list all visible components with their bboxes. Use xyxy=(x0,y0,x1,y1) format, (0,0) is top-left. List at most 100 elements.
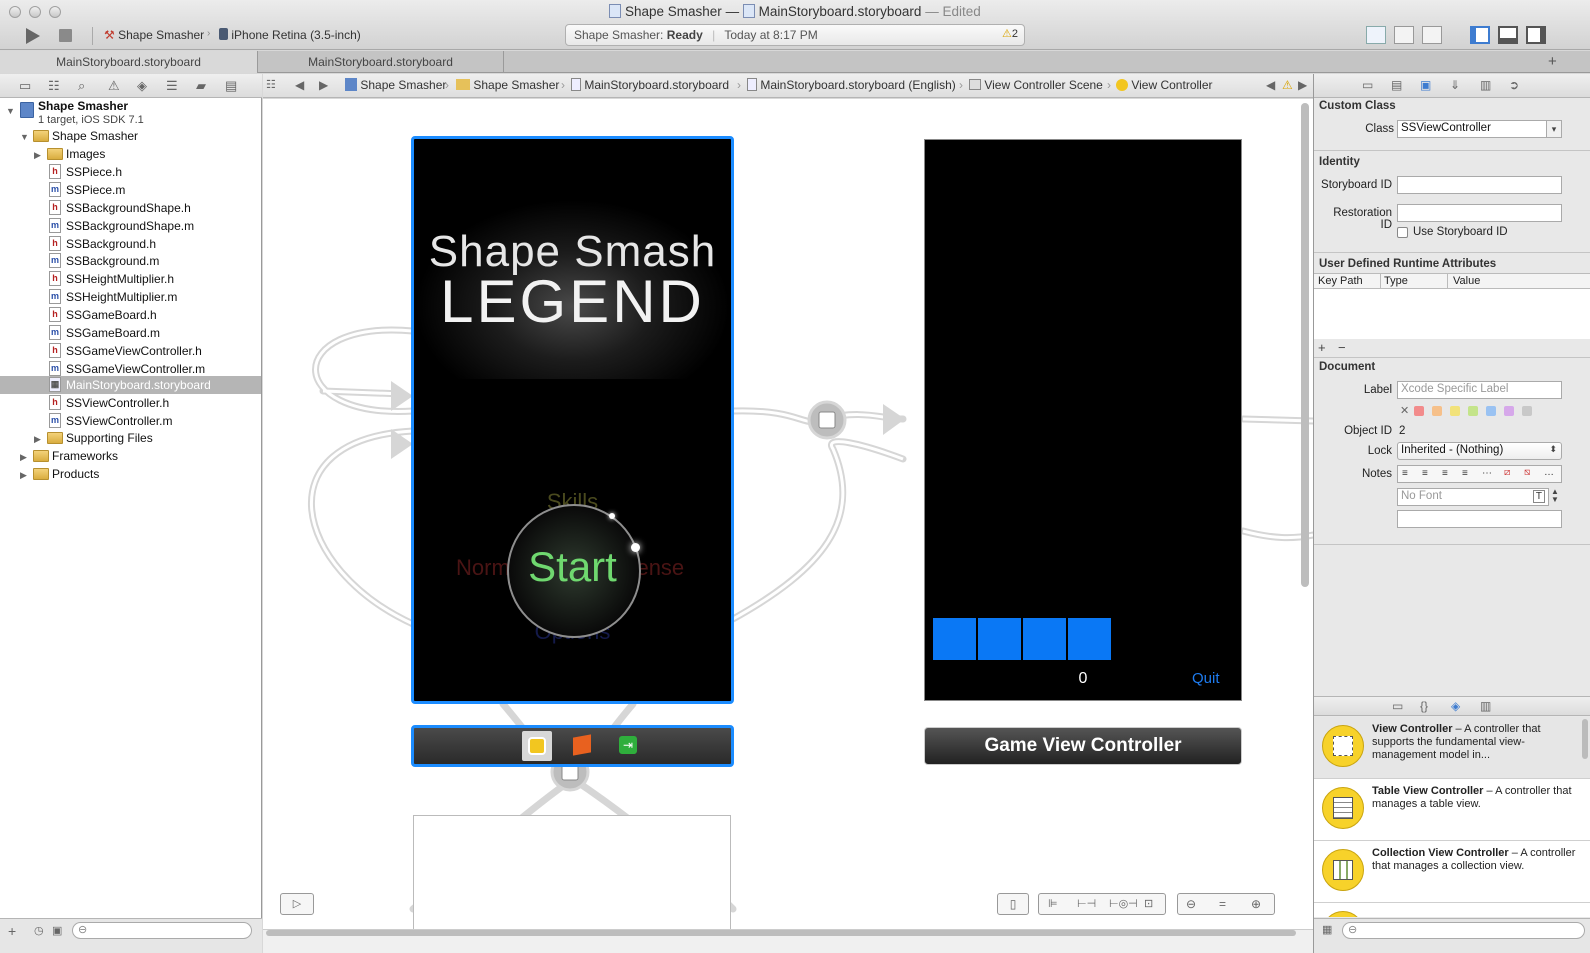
clear-label-icon[interactable]: ✕ xyxy=(1400,404,1409,417)
storyboard-id-field[interactable] xyxy=(1397,176,1562,194)
align-center-icon[interactable]: ≡ xyxy=(1422,468,1428,479)
run-icon[interactable] xyxy=(24,27,42,45)
strike-color-icon[interactable]: ⧄ xyxy=(1504,467,1510,478)
disclosure-closed-icon[interactable]: ▶ xyxy=(34,146,41,164)
library-filter-input[interactable]: ⊖ xyxy=(1342,922,1585,939)
use-storyboard-id-checkbox[interactable] xyxy=(1397,227,1408,238)
pin-icon[interactable]: ⊢⊣ xyxy=(1077,894,1096,914)
warning-badge[interactable]: ⚠2 xyxy=(1002,27,1018,40)
disclosure-open-icon[interactable]: ▼ xyxy=(6,102,15,120)
align-right-icon[interactable]: ≡ xyxy=(1442,468,1448,479)
next-issue-icon[interactable]: ▶ xyxy=(1298,78,1307,92)
quit-button[interactable]: Quit xyxy=(1192,670,1220,687)
tree-row[interactable]: m SSBackground.m xyxy=(0,252,261,270)
zoom-out-icon[interactable]: ⊖ xyxy=(1186,894,1196,914)
align-icon[interactable]: ⊫ xyxy=(1048,894,1058,914)
class-field[interactable]: SSViewController➲ xyxy=(1397,120,1562,138)
red-label-swatch[interactable] xyxy=(1414,406,1424,416)
issue-navigator-icon[interactable]: ⚠ xyxy=(108,78,120,94)
font-size-stepper[interactable]: ▲ ▼ xyxy=(1551,488,1562,506)
breadcrumb-item[interactable]: MainStoryboard.storyboard (English) xyxy=(747,78,956,92)
tree-row[interactable]: ▶ Products xyxy=(0,465,261,483)
storyboard-canvas[interactable]: Shape Smash LEGEND Skills Normal Intense… xyxy=(263,99,1313,929)
previous-issue-icon[interactable]: ◀ xyxy=(1266,78,1275,92)
line-spacing-icon[interactable]: ⋯ xyxy=(1482,468,1492,479)
destination-selector[interactable]: iPhone Retina (3.5-inch) xyxy=(219,28,361,42)
disclosure-open-icon[interactable]: ▼ xyxy=(20,128,29,146)
disclosure-closed-icon[interactable]: ▶ xyxy=(20,448,27,466)
utilities-toggle-icon[interactable] xyxy=(1526,26,1546,44)
xcode-label-field[interactable]: Xcode Specific Label xyxy=(1397,381,1562,399)
exit-icon[interactable]: ⇥ xyxy=(619,736,637,754)
tree-row[interactable]: m SSBackgroundShape.m xyxy=(0,217,261,235)
quick-help-icon[interactable]: ▤ xyxy=(1391,78,1402,92)
disclosure-closed-icon[interactable]: ▶ xyxy=(34,430,41,448)
tree-row[interactable]: ▶ Images xyxy=(0,145,261,163)
type-column[interactable]: Type xyxy=(1384,275,1408,287)
first-responder-icon[interactable] xyxy=(573,734,591,756)
connections-inspector-icon[interactable]: ➲ xyxy=(1509,78,1519,92)
navigator-toggle-icon[interactable] xyxy=(1470,26,1490,44)
search-icon[interactable]: ⌕ xyxy=(78,78,85,94)
yellow-label-swatch[interactable] xyxy=(1450,406,1460,416)
media-library-icon[interactable]: ▥ xyxy=(1480,699,1491,713)
purple-label-swatch[interactable] xyxy=(1504,406,1514,416)
library-item-collection-view-controller[interactable]: Collection View Controller – A controlle… xyxy=(1314,841,1590,903)
warning-icon[interactable]: ⚠ xyxy=(1282,78,1293,92)
project-root-row[interactable]: ▼ Shape Smasher 1 target, iOS SDK 7.1 xyxy=(0,98,261,128)
standard-editor-icon[interactable] xyxy=(1366,26,1386,44)
vertical-scrollbar[interactable] xyxy=(1301,103,1309,587)
resizing-icon[interactable]: ⊡ xyxy=(1144,894,1153,914)
library-item-navigation-controller[interactable] xyxy=(1314,903,1590,917)
recent-files-icon[interactable]: ◷ xyxy=(34,924,44,937)
navigator-filter-input[interactable]: ⊖ xyxy=(72,922,252,939)
tree-row[interactable]: m SSPiece.m xyxy=(0,181,261,199)
symbol-navigator-icon[interactable]: ☷ xyxy=(48,78,60,94)
code-snippet-icon[interactable]: {} xyxy=(1420,699,1428,713)
notes-font-field[interactable]: No Font T xyxy=(1397,488,1549,506)
tree-row[interactable]: h SSGameBoard.h xyxy=(0,306,261,324)
library-scrollbar[interactable] xyxy=(1582,719,1588,759)
tree-row[interactable]: ▶ Frameworks xyxy=(0,447,261,465)
document-outline-toggle-icon[interactable]: ▷ xyxy=(280,893,314,915)
tree-row[interactable]: h SSPiece.h xyxy=(0,163,261,181)
project-navigator-icon[interactable]: ▭ xyxy=(19,78,31,94)
menu-start-label[interactable]: Start xyxy=(414,543,731,591)
align-left-icon[interactable]: ≡ xyxy=(1402,468,1408,479)
keypath-column[interactable]: Key Path xyxy=(1318,275,1363,287)
remove-icon[interactable]: − xyxy=(1338,340,1346,355)
align-justify-icon[interactable]: ≡ xyxy=(1462,468,1468,479)
file-inspector-icon[interactable]: ▭ xyxy=(1362,78,1373,92)
attributes-inspector-icon[interactable]: ⇓ xyxy=(1450,78,1460,92)
add-tab-icon[interactable]: + xyxy=(1548,53,1557,70)
tree-row[interactable]: h SSGameViewController.h xyxy=(0,342,261,360)
font-picker-icon[interactable]: T xyxy=(1532,490,1545,503)
restoration-id-field[interactable] xyxy=(1397,204,1562,222)
runtime-attributes-table[interactable] xyxy=(1314,289,1590,339)
tree-row[interactable]: ▶ Supporting Files xyxy=(0,429,261,447)
tree-row[interactable]: h SSHeightMultiplier.h xyxy=(0,270,261,288)
highlight-color-icon[interactable]: ⧅ xyxy=(1524,467,1530,478)
back-arrow-icon[interactable]: ◀ xyxy=(295,78,304,92)
test-navigator-icon[interactable]: ◈ xyxy=(137,78,147,94)
horizontal-scrollbar[interactable] xyxy=(266,930,1296,936)
identity-inspector-icon[interactable]: ▣ xyxy=(1420,78,1431,92)
notes-text-field[interactable] xyxy=(1397,510,1562,528)
add-icon[interactable]: + xyxy=(8,923,16,939)
grid-view-icon[interactable]: ▦ xyxy=(1322,923,1332,936)
tree-row[interactable]: m SSHeightMultiplier.m xyxy=(0,288,261,306)
tree-row-selected[interactable]: ▦ MainStoryboard.storyboard xyxy=(0,376,261,394)
breadcrumb-item[interactable]: MainStoryboard.storyboard xyxy=(571,78,729,92)
breadcrumb-item[interactable]: View Controller Scene xyxy=(969,78,1103,92)
file-template-icon[interactable]: ▭ xyxy=(1392,699,1403,713)
lock-select[interactable]: Inherited - (Nothing) ⬍ xyxy=(1397,442,1562,460)
library-item-table-view-controller[interactable]: Table View Controller – A controller tha… xyxy=(1314,779,1590,841)
blue-label-swatch[interactable] xyxy=(1486,406,1496,416)
add-icon[interactable]: + xyxy=(1318,340,1326,355)
debug-navigator-icon[interactable]: ☰ xyxy=(166,78,178,94)
breadcrumb-item[interactable]: View Controller xyxy=(1116,78,1213,92)
resolve-icon[interactable]: ⊢◎⊣ xyxy=(1109,894,1138,914)
tree-row[interactable]: h SSBackgroundShape.h xyxy=(0,199,261,217)
breadcrumb-item[interactable]: Shape Smasher xyxy=(345,78,446,92)
class-dropdown-icon[interactable]: ▾ xyxy=(1546,120,1562,138)
